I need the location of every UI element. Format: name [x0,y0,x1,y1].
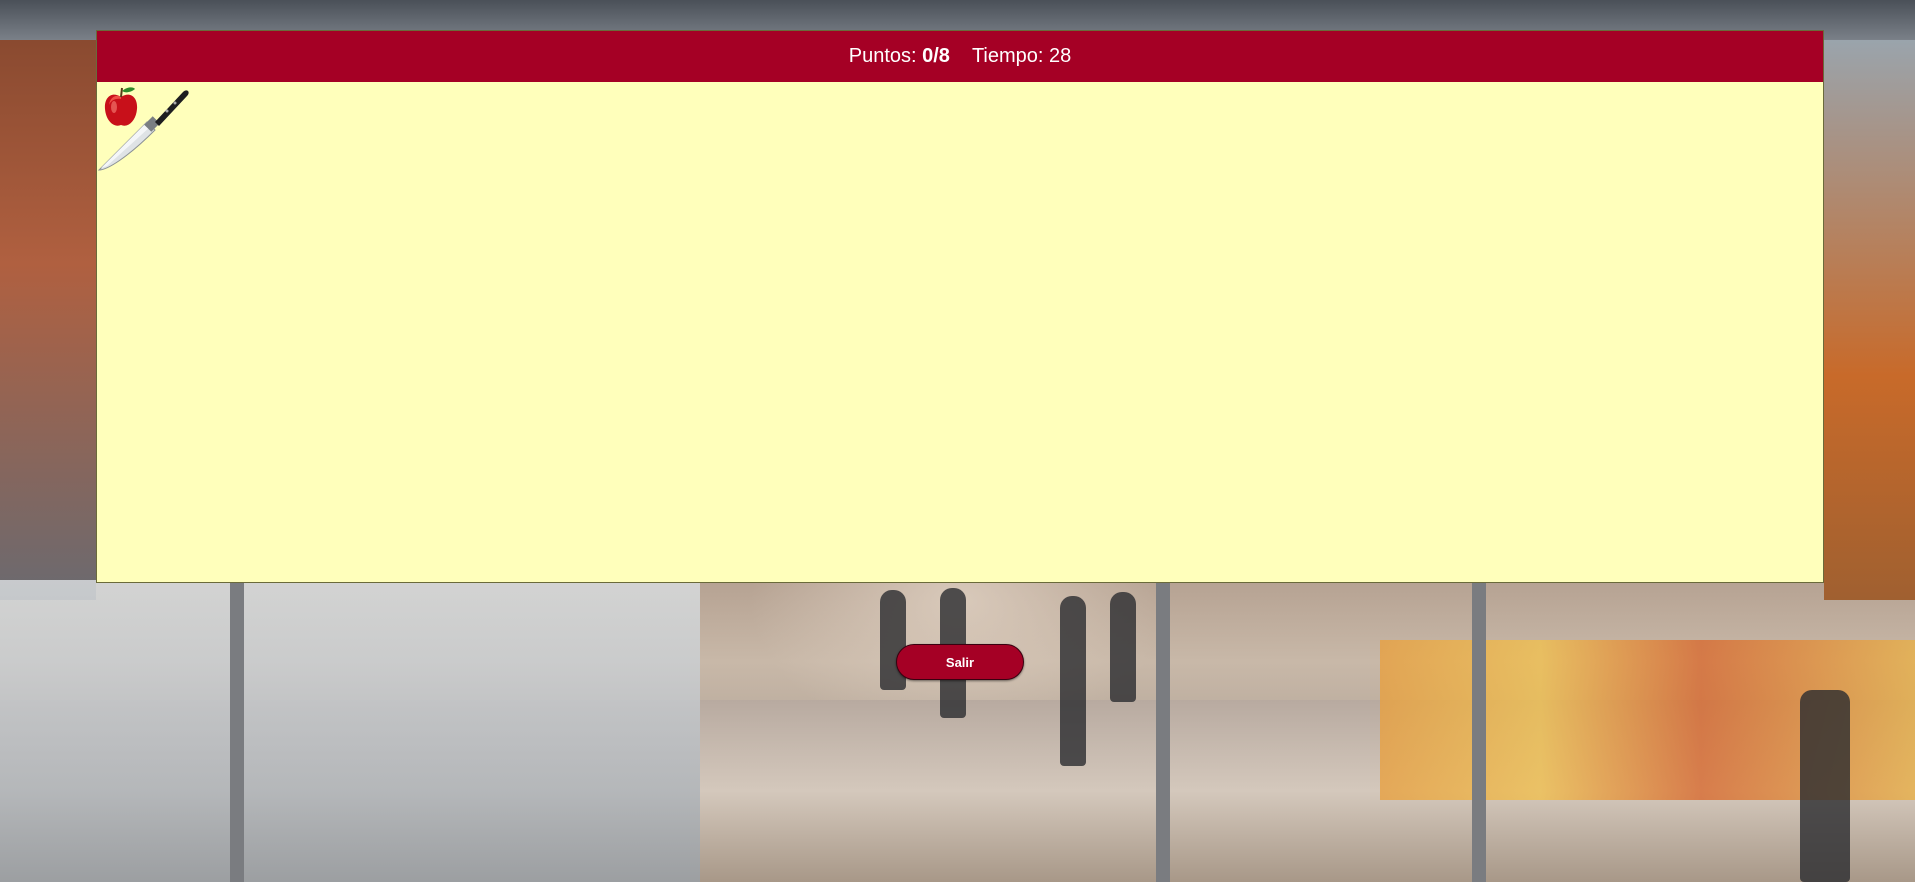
market-pillar [230,582,244,882]
market-counter-left [0,580,700,882]
shopper [1800,690,1850,882]
exit-button[interactable]: Salir [896,644,1024,680]
market-wall-right [1824,40,1915,600]
score-display: Puntos: 0/8 [849,45,950,68]
score-value: 0/8 [922,45,950,67]
shopper [1110,592,1136,702]
time-display: Tiempo: 28 [972,45,1071,68]
market-wall-left [0,40,96,600]
market-pillar [1156,582,1170,882]
score-label: Puntos: [848,45,917,67]
shopper [1060,596,1086,766]
game-panel: Puntos: 0/8 Tiempo: 28 [96,30,1824,583]
play-area[interactable] [97,82,1823,583]
knife-icon[interactable] [97,82,191,174]
game-hud: Puntos: 0/8 Tiempo: 28 [97,31,1823,82]
time-label: Tiempo: [971,45,1044,67]
time-value: 28 [1049,45,1072,67]
market-pillar [1472,582,1486,882]
